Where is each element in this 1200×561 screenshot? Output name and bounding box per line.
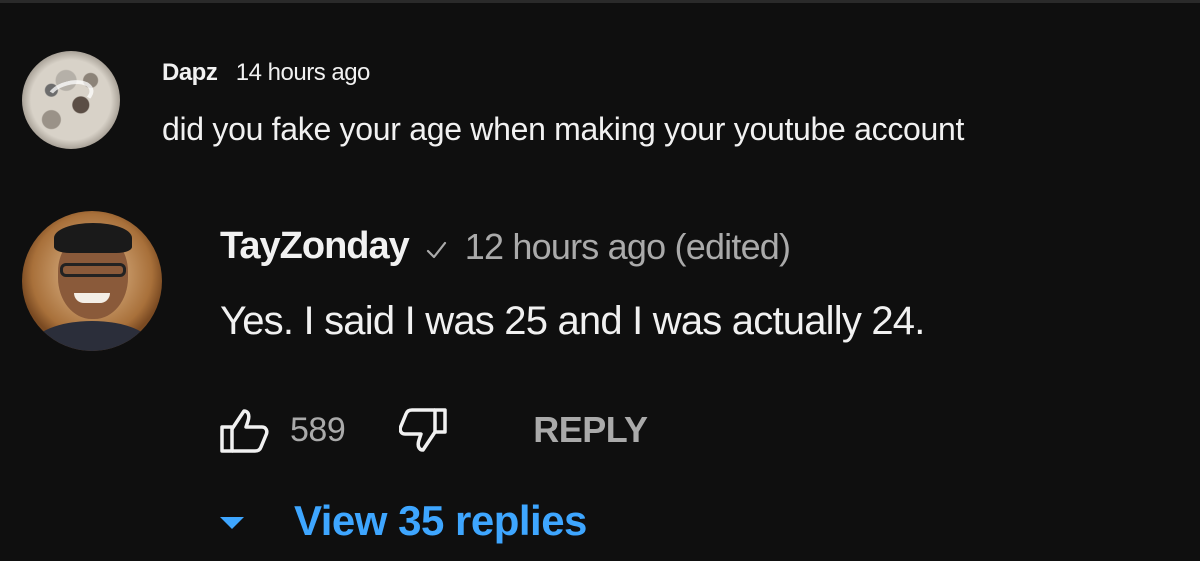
comment-timestamp[interactable]: 14 hours ago (236, 59, 371, 86)
view-replies-label: View 35 replies (294, 497, 587, 544)
caret-down-icon (220, 517, 244, 529)
avatar-smile (74, 293, 110, 303)
comment-text: did you fake your age when making your y… (162, 111, 965, 147)
like-button[interactable] (218, 405, 270, 455)
dislike-button[interactable] (397, 405, 449, 455)
reply-header: TayZonday 12 hours ago (edited) (220, 225, 791, 268)
avatar-glasses (60, 263, 126, 277)
avatar-hair (54, 223, 132, 253)
reply-text: Yes. I said I was 25 and I was actually … (220, 299, 925, 343)
reply-timestamp[interactable]: 12 hours ago (edited) (465, 226, 791, 268)
avatar[interactable] (22, 51, 120, 149)
reply-button[interactable]: REPLY (533, 409, 648, 451)
comment-header: Dapz 14 hours ago (162, 59, 370, 87)
like-count: 589 (290, 410, 346, 449)
avatar-shirt (32, 321, 152, 351)
reply-avatar[interactable] (22, 211, 162, 351)
reply-author[interactable]: TayZonday (220, 225, 410, 268)
thumbs-down-icon (399, 408, 447, 452)
view-replies-button[interactable]: View 35 replies (220, 497, 587, 545)
checkmark-icon (425, 239, 447, 261)
reply-actions: 589 REPLY (218, 405, 648, 455)
comments-panel: Dapz 14 hours ago did you fake your age … (0, 0, 1200, 561)
thumbs-up-icon (220, 409, 269, 453)
comment-author[interactable]: Dapz (162, 59, 218, 86)
